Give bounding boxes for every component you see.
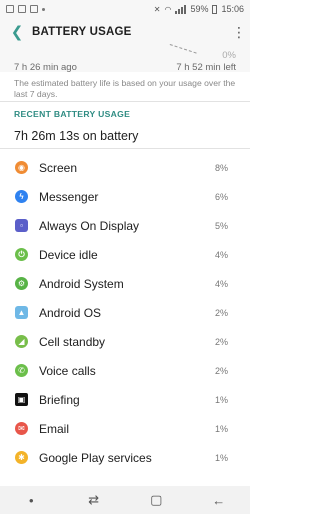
google-play-services-icon: ✱ (15, 451, 28, 464)
more-options-button[interactable]: ⋮ (232, 24, 246, 41)
item-label: Email (39, 421, 70, 436)
total-battery-time: 7h 26m 13s on battery (14, 129, 139, 143)
item-label: Voice calls (39, 363, 96, 378)
list-item[interactable]: ⏻ Device idle 4% (0, 240, 250, 269)
status-left (6, 5, 45, 13)
item-percent: 5% (214, 220, 228, 231)
item-percent: 1% (214, 394, 228, 405)
usage-list: ◉ Screen 8% ϟ Messenger 6% ▫ Always On D… (0, 153, 250, 472)
item-label: Device idle (39, 247, 98, 262)
mute-icon: ✕ (153, 4, 161, 14)
list-item[interactable]: ✉ Email 1% (0, 414, 250, 443)
list-item[interactable]: ▣ Briefing 1% (0, 385, 250, 414)
item-percent: 6% (214, 191, 228, 202)
item-label: Briefing (39, 392, 80, 407)
recents-button[interactable]: ⇄ (82, 492, 106, 508)
notification-icon-3 (30, 5, 38, 13)
list-item[interactable]: ▫ Always On Display 5% (0, 211, 250, 240)
always-on-display-icon: ▫ (15, 219, 28, 232)
home-button[interactable]: ▢ (144, 492, 168, 508)
signal-icon (175, 4, 187, 14)
divider (0, 148, 250, 149)
wifi-icon: ◠ (164, 4, 172, 14)
cell-standby-icon: ◢ (15, 335, 28, 348)
item-percent: 4% (214, 249, 228, 260)
graph-time-row: 7 h 26 min ago 7 h 52 min left (14, 62, 236, 73)
list-item[interactable]: ◉ Screen 8% (0, 153, 250, 182)
messenger-icon: ϟ (15, 190, 28, 203)
device-idle-icon: ⏻ (15, 248, 28, 261)
item-label: Always On Display (39, 218, 140, 233)
item-percent: 2% (214, 336, 228, 347)
page-title: BATTERY USAGE (32, 26, 132, 38)
notification-icon-2 (18, 5, 26, 13)
list-item[interactable]: ✆ Voice calls 2% (0, 356, 250, 385)
voice-calls-icon: ✆ (15, 364, 28, 377)
list-item[interactable]: ▲ Android OS 2% (0, 298, 250, 327)
item-label: Cell standby (39, 334, 106, 349)
item-percent: 2% (214, 365, 228, 376)
item-percent: 1% (214, 452, 228, 463)
list-item[interactable]: ⚙ Android System 4% (0, 269, 250, 298)
screen-icon: ◉ (15, 161, 28, 174)
briefing-icon: ▣ (15, 393, 28, 406)
clock: 15:06 (221, 4, 244, 14)
android-system-icon: ⚙ (15, 277, 28, 290)
item-label: Android OS (39, 305, 102, 320)
battery-percent: 59% (190, 4, 209, 14)
item-percent: 1% (214, 423, 228, 434)
status-right: ✕ ◠ 59% 15:06 (154, 4, 244, 14)
item-label: Messenger (39, 189, 99, 204)
android-os-icon: ▲ (15, 306, 28, 319)
email-icon: ✉ (15, 422, 28, 435)
graph-zero-label: 0% (222, 50, 236, 61)
notification-icon-1 (6, 5, 14, 13)
status-bar: ✕ ◠ 59% 15:06 (0, 0, 250, 18)
list-item[interactable]: ✱ Google Play services 1% (0, 443, 250, 472)
item-percent: 4% (214, 278, 228, 289)
item-label: Google Play services (39, 450, 152, 465)
back-button[interactable]: ❮ (8, 23, 26, 41)
item-label: Android System (39, 276, 124, 291)
remaining-time: 7 h 52 min left (176, 62, 236, 73)
item-percent: 2% (214, 307, 228, 318)
app-bar: ❮ BATTERY USAGE ⋮ (0, 18, 250, 46)
dot-icon: • (28, 492, 34, 508)
back-nav-button[interactable]: ← (207, 493, 231, 508)
elapsed-time: 7 h 26 min ago (14, 62, 77, 73)
divider (0, 101, 250, 102)
more-notifications-icon (42, 7, 45, 11)
estimate-note: The estimated battery life is based on y… (14, 78, 236, 99)
item-label: Screen (39, 160, 78, 175)
list-item[interactable]: ◢ Cell standby 2% (0, 327, 250, 356)
list-item[interactable]: ϟ Messenger 6% (0, 182, 250, 211)
battery-icon (212, 4, 218, 14)
section-header: RECENT BATTERY USAGE (14, 109, 131, 119)
back-arrow-icon: ❮ (10, 24, 24, 41)
navigation-bar: • ⇄ ▢ ← (0, 486, 250, 514)
item-percent: 8% (214, 162, 228, 173)
